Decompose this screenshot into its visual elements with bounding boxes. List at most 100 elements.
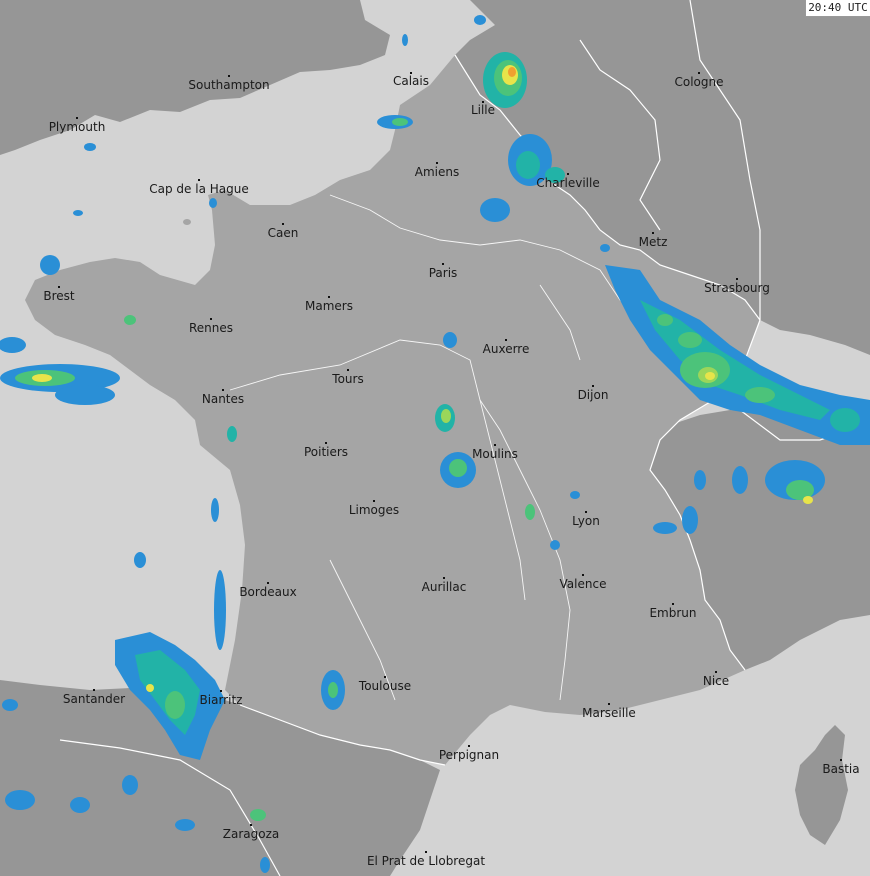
city-dot — [198, 179, 200, 181]
city-dot — [592, 385, 594, 387]
city-marker: Amiens — [415, 162, 459, 179]
city-label: Poitiers — [304, 445, 348, 459]
city-label: Lyon — [572, 514, 600, 528]
city-label: Cap de la Hague — [149, 182, 248, 196]
city-marker: Auxerre — [483, 339, 529, 356]
city-marker: Aurillac — [422, 577, 467, 594]
city-label: Rennes — [189, 321, 233, 335]
city-marker: Charleville — [536, 173, 600, 190]
city-marker: Mamers — [305, 296, 353, 313]
city-label: Plymouth — [49, 120, 106, 134]
city-label: Caen — [268, 226, 299, 240]
city-marker: Metz — [639, 232, 668, 249]
city-marker: Lille — [471, 101, 495, 117]
city-marker: Brest — [43, 286, 75, 303]
map-canvas: Southampton Calais Cologne Plymouth Lille Ami… — [0, 0, 870, 876]
city-label: Limoges — [349, 503, 399, 517]
city-marker: Plymouth — [49, 117, 106, 134]
city-dot — [436, 162, 438, 164]
city-marker: Calais — [393, 72, 429, 88]
city-marker: Valence — [560, 574, 607, 591]
city-dot — [267, 582, 269, 584]
city-dot — [328, 296, 330, 298]
city-label: Metz — [639, 235, 668, 249]
city-label: Brest — [43, 289, 75, 303]
city-marker: Embrun — [649, 603, 697, 620]
city-marker: Marseille — [582, 703, 636, 720]
city-dot — [608, 703, 610, 705]
city-dot — [384, 676, 386, 678]
city-dot — [425, 851, 427, 853]
radar-map: Southampton Calais Cologne Plymouth Lille Ami… — [0, 0, 870, 876]
city-dot — [93, 689, 95, 691]
city-label: Mamers — [305, 299, 353, 313]
city-dot — [585, 511, 587, 513]
city-label: Lille — [471, 103, 495, 117]
city-marker: Southampton — [188, 75, 270, 92]
city-dot — [468, 745, 470, 747]
city-dot — [222, 389, 224, 391]
city-label: Toulouse — [358, 679, 411, 693]
city-label: Tours — [331, 372, 363, 386]
city-marker: Lyon — [572, 511, 600, 528]
city-marker: Nice — [703, 671, 729, 688]
city-label: Biarritz — [200, 693, 243, 707]
city-marker: Bordeaux — [239, 582, 297, 599]
city-dot — [282, 223, 284, 225]
city-marker: Poitiers — [304, 442, 348, 459]
city-dot — [58, 286, 60, 288]
city-dot — [505, 339, 507, 341]
city-label: Cologne — [674, 75, 723, 89]
city-dot — [442, 263, 444, 265]
city-dot — [736, 278, 738, 280]
city-dot — [347, 369, 349, 371]
city-label: Moulins — [472, 447, 518, 461]
city-dot — [582, 574, 584, 576]
city-dot — [373, 500, 375, 502]
city-marker: Nantes — [202, 389, 244, 406]
city-label: Nantes — [202, 392, 244, 406]
city-label: Amiens — [415, 165, 459, 179]
city-dot — [672, 603, 674, 605]
city-dot — [567, 173, 569, 175]
city-marker: Santander — [63, 689, 125, 706]
channel-island — [183, 219, 191, 225]
city-marker: Bastia — [822, 759, 860, 776]
city-label: Valence — [560, 577, 607, 591]
city-dot — [652, 232, 654, 234]
city-dot — [325, 442, 327, 444]
city-dot — [228, 75, 230, 77]
city-marker: Cap de la Hague — [149, 179, 249, 196]
city-dot — [220, 690, 222, 692]
city-marker: Paris — [429, 263, 457, 280]
city-dot — [494, 444, 496, 446]
city-marker: Zaragoza — [223, 824, 279, 841]
city-label: Perpignan — [439, 748, 499, 762]
city-label: Dijon — [578, 388, 609, 402]
city-dot — [443, 577, 445, 579]
city-marker: Limoges — [349, 500, 399, 517]
city-marker: Cologne — [674, 72, 724, 89]
city-label: Embrun — [649, 606, 696, 620]
city-label: Calais — [393, 74, 429, 88]
city-marker: Strasbourg — [704, 278, 770, 295]
city-dot — [76, 117, 78, 119]
city-dot — [715, 671, 717, 673]
city-label: Santander — [63, 692, 125, 706]
city-marker: Tours — [331, 369, 364, 386]
city-label: Zaragoza — [223, 827, 279, 841]
city-marker: Rennes — [189, 318, 233, 335]
city-label: Strasbourg — [704, 281, 770, 295]
city-label: Nice — [703, 674, 729, 688]
city-marker: Perpignan — [439, 745, 499, 762]
city-label: Aurillac — [422, 580, 467, 594]
city-label: Bordeaux — [239, 585, 296, 599]
city-label: Southampton — [188, 78, 269, 92]
city-marker: El Prat de Llobregat — [367, 851, 485, 868]
city-label: Marseille — [582, 706, 636, 720]
city-dot — [250, 824, 252, 826]
city-dot — [210, 318, 212, 320]
city-marker: Biarritz — [200, 690, 243, 707]
city-dot — [698, 72, 700, 74]
city-marker: Toulouse — [358, 676, 411, 693]
